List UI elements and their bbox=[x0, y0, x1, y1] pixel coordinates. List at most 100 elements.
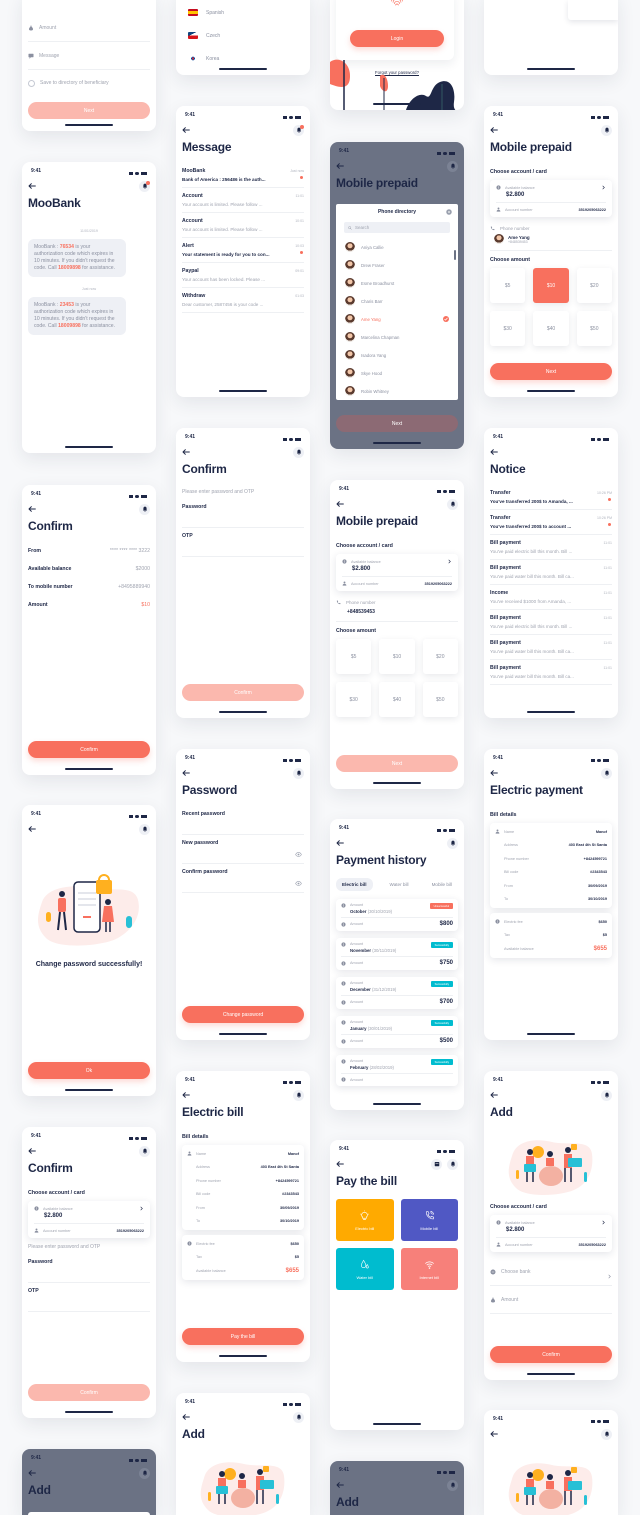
list-item[interactable]: Bill payment 11:01 You've paid water bill … bbox=[490, 660, 612, 685]
list-item[interactable]: Bill payment 11:01 You've paid electric bi… bbox=[490, 535, 612, 560]
contact-item[interactable]: Aniya Callie bbox=[342, 238, 452, 256]
bell-button[interactable] bbox=[447, 1158, 458, 1170]
list-item[interactable]: Bill payment 11:01 You've paid water bill … bbox=[490, 560, 612, 585]
back-icon[interactable] bbox=[336, 1160, 344, 1168]
change-password-button[interactable]: Change password bbox=[182, 1006, 304, 1023]
back-icon[interactable] bbox=[28, 825, 36, 833]
bell-button[interactable] bbox=[139, 823, 150, 835]
contact-item[interactable]: Esme Broadhurst bbox=[342, 274, 452, 292]
back-icon[interactable] bbox=[182, 448, 190, 456]
bell-button[interactable] bbox=[139, 180, 150, 192]
list-item[interactable]: Account 11:01 Your account is limited. Ple… bbox=[182, 188, 304, 213]
back-icon[interactable] bbox=[336, 500, 344, 508]
recent-password-field[interactable]: Recent password bbox=[182, 806, 304, 835]
login-button[interactable]: Login bbox=[350, 30, 444, 47]
password-field[interactable]: Password bbox=[28, 1254, 150, 1283]
phone-number-field[interactable]: Phone number +848539453 bbox=[336, 597, 458, 622]
water-bill-tile[interactable]: Water bill bbox=[336, 1248, 394, 1290]
next-button[interactable]: Next bbox=[490, 363, 612, 380]
next-button[interactable]: Next bbox=[28, 102, 150, 119]
electric-bill-tile[interactable]: Electric bill bbox=[336, 1199, 394, 1241]
list-item[interactable]: MooBank Just now Bank of America : 256486 … bbox=[182, 163, 304, 188]
language-option[interactable]: Spanish bbox=[182, 1, 304, 24]
ok-button[interactable]: Ok bbox=[28, 1062, 150, 1079]
list-item[interactable]: Alert 10:03 Your statement is ready for yo… bbox=[182, 238, 304, 263]
list-item[interactable]: Income 11:01 You've received $1000 from Am… bbox=[490, 585, 612, 610]
bell-button[interactable] bbox=[293, 1089, 304, 1101]
tab-electric-bill[interactable]: Electric bill bbox=[336, 878, 373, 891]
back-icon[interactable] bbox=[336, 839, 344, 847]
back-icon[interactable] bbox=[182, 1413, 190, 1421]
language-option[interactable]: Czech bbox=[182, 24, 304, 47]
confirm-button[interactable]: Confirm bbox=[182, 684, 304, 701]
bell-button[interactable] bbox=[601, 767, 612, 779]
bell-button[interactable] bbox=[447, 498, 458, 510]
amount-option[interactable]: $5 bbox=[490, 268, 526, 303]
otp-field[interactable]: OTP bbox=[182, 528, 304, 557]
amount-option[interactable]: $40 bbox=[379, 682, 415, 717]
list-item[interactable]: Transfer 10:26 PM You've transferred 200$ … bbox=[490, 510, 612, 535]
password-field[interactable]: Password bbox=[182, 499, 304, 528]
save-beneficiary-checkbox[interactable]: Save to directory of beneficiary bbox=[28, 70, 150, 96]
phone-number-field[interactable]: Phone number Ame Yang +848539453 bbox=[490, 223, 612, 251]
amount-input[interactable]: Amount bbox=[28, 14, 150, 42]
contact-item[interactable]: Isadora Yang bbox=[342, 346, 452, 364]
back-icon[interactable] bbox=[28, 1147, 36, 1155]
account-card-selector[interactable]: Available balance $2.800 Account number 351… bbox=[28, 1201, 150, 1238]
amount-option[interactable]: $10 bbox=[379, 639, 415, 674]
account-card-selector[interactable]: Available balance $2.800 Account number 351… bbox=[336, 554, 458, 591]
list-item[interactable]: Paypal 09:01 Your account has been locked.… bbox=[182, 263, 304, 288]
eye-icon[interactable] bbox=[295, 851, 302, 858]
confirm-password-field[interactable]: Confirm password bbox=[182, 864, 304, 893]
back-icon[interactable] bbox=[490, 1430, 498, 1438]
back-icon[interactable] bbox=[182, 1091, 190, 1099]
list-item[interactable]: Withdraw 01:03 Dear customer, 2587456 is y… bbox=[182, 288, 304, 313]
amount-input[interactable]: Amount bbox=[490, 1286, 612, 1314]
payment-card[interactable]: Amount November (30/11/2019) Successfully A… bbox=[336, 938, 458, 970]
bell-button[interactable] bbox=[601, 1428, 612, 1440]
radio-circle[interactable] bbox=[28, 79, 35, 87]
next-button[interactable]: Next bbox=[336, 755, 458, 772]
message-input[interactable]: Message bbox=[28, 42, 150, 70]
otp-field[interactable]: OTP bbox=[28, 1283, 150, 1312]
contact-item[interactable]: Ame Yang bbox=[342, 310, 452, 328]
bell-button[interactable] bbox=[139, 1145, 150, 1157]
selected-contact[interactable]: Ame Yang +848539453 bbox=[494, 234, 612, 244]
new-password-field[interactable]: New password bbox=[182, 835, 304, 864]
back-icon[interactable] bbox=[336, 162, 344, 170]
account-card-selector[interactable]: Available balance $2.800 Account number 351… bbox=[490, 180, 612, 217]
payment-card[interactable]: Amount December (31/12/2019) Successfully A… bbox=[336, 977, 458, 1009]
back-icon[interactable] bbox=[28, 1469, 36, 1477]
contact-item[interactable]: Charis Barr bbox=[342, 292, 452, 310]
amount-option[interactable]: $20 bbox=[576, 268, 612, 303]
list-item[interactable]: Bill payment 11:01 You've paid electric bi… bbox=[490, 610, 612, 635]
confirm-button[interactable]: Confirm bbox=[28, 741, 150, 758]
scrollbar[interactable] bbox=[454, 250, 456, 260]
choose-bank-input[interactable]: Choose bank bbox=[490, 1258, 612, 1286]
amount-option[interactable]: $5 bbox=[336, 639, 372, 674]
back-icon[interactable] bbox=[490, 448, 498, 456]
back-icon[interactable] bbox=[182, 126, 190, 134]
amount-option[interactable]: $50 bbox=[422, 682, 458, 717]
back-icon[interactable] bbox=[336, 1481, 344, 1489]
tab-mobile-bill[interactable]: Mobile bill bbox=[426, 878, 458, 891]
contact-item[interactable]: Marcelina Chapman bbox=[342, 328, 452, 346]
bell-button[interactable] bbox=[601, 124, 612, 136]
amount-option[interactable]: $10 bbox=[533, 268, 569, 303]
contact-item[interactable]: Skye Hood bbox=[342, 364, 452, 382]
confirm-button[interactable]: Confirm bbox=[28, 1384, 150, 1401]
back-icon[interactable] bbox=[28, 182, 36, 190]
bell-button[interactable] bbox=[293, 1411, 304, 1423]
amount-option[interactable]: $40 bbox=[533, 311, 569, 346]
eye-icon[interactable] bbox=[295, 880, 302, 887]
bell-button[interactable] bbox=[447, 160, 458, 172]
bell-button[interactable] bbox=[293, 446, 304, 458]
bell-button[interactable] bbox=[293, 124, 304, 136]
bell-button[interactable] bbox=[601, 1089, 612, 1101]
bell-button[interactable] bbox=[139, 1467, 150, 1479]
calendar-button[interactable] bbox=[431, 1158, 442, 1170]
back-icon[interactable] bbox=[28, 505, 36, 513]
account-card-selector[interactable]: Available balance $2.800 Account number 351… bbox=[490, 1215, 612, 1252]
list-item[interactable]: Transfer 10:26 PM You've transferred 200$ … bbox=[490, 485, 612, 510]
amount-option[interactable]: $30 bbox=[490, 311, 526, 346]
